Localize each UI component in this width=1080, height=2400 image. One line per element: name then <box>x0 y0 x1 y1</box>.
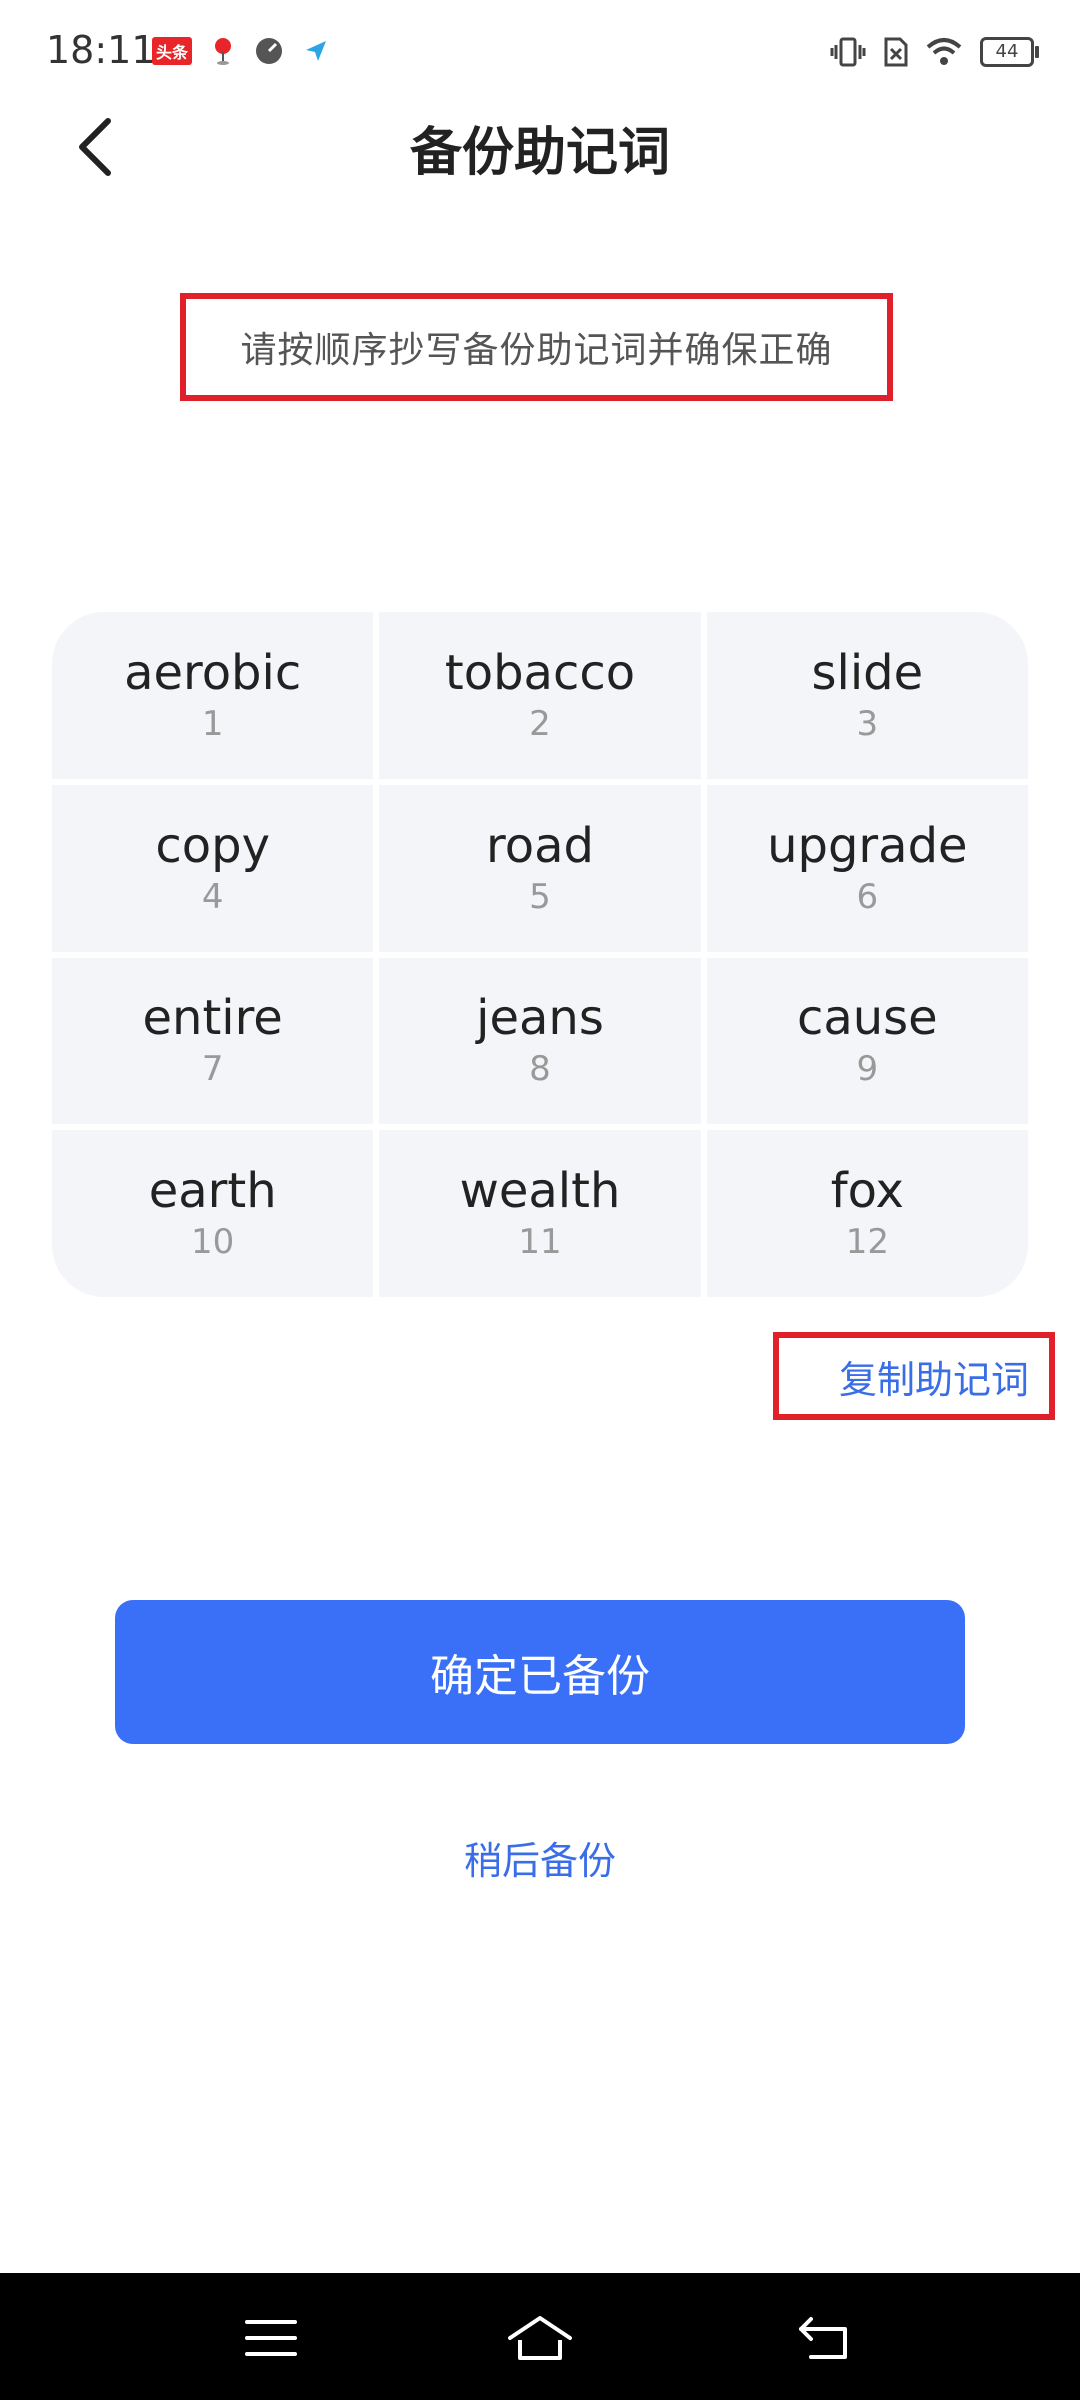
word-index: 10 <box>191 1222 235 1263</box>
nav-menu-button[interactable] <box>236 2303 306 2373</box>
word-text: wealth <box>459 1163 621 1220</box>
copy-highlight-box: 复制助记词 <box>773 1332 1055 1420</box>
word-cell: entire 7 <box>52 957 374 1125</box>
word-cell: copy 4 <box>52 784 374 952</box>
status-time: 18:11 <box>46 28 156 72</box>
instruction-highlight-box: 请按顺序抄写备份助记词并确保正确 <box>180 293 893 401</box>
word-index: 3 <box>856 703 879 744</box>
word-index: 5 <box>529 876 551 917</box>
system-icons: 44 <box>830 34 1039 70</box>
word-index: 8 <box>529 1049 551 1090</box>
word-cell: earth 10 <box>52 1130 374 1297</box>
word-text: fox <box>830 1163 904 1220</box>
word-cell: jeans 8 <box>379 957 701 1125</box>
word-text: upgrade <box>767 817 968 874</box>
menu-icon <box>245 2320 297 2356</box>
word-cell: upgrade 6 <box>706 784 1028 952</box>
word-text: slide <box>811 644 924 701</box>
map-pin-icon <box>215 38 232 65</box>
word-text: jeans <box>476 990 604 1047</box>
navigation-bar <box>0 2273 1080 2400</box>
send-plane-icon <box>306 41 327 61</box>
vibrate-icon <box>830 37 866 67</box>
notification-icons: 头条 <box>152 36 328 66</box>
word-cell: cause 9 <box>706 957 1028 1125</box>
instruction-text: 请按顺序抄写备份助记词并确保正确 <box>240 330 833 371</box>
word-cell: fox 12 <box>706 1130 1028 1297</box>
home-icon <box>508 2316 572 2360</box>
word-cell: tobacco 2 <box>379 612 701 779</box>
backup-later-link[interactable]: 稍后备份 <box>0 1830 1080 1885</box>
nav-home-button[interactable] <box>505 2303 575 2373</box>
word-text: road <box>486 817 594 874</box>
word-index: 12 <box>845 1222 889 1263</box>
battery-icon: 44 <box>980 37 1039 67</box>
status-bar: 18:11 头条 44 <box>0 0 1080 100</box>
word-text: cause <box>796 990 938 1047</box>
nav-back-button[interactable] <box>790 2303 860 2373</box>
speed-gauge-icon <box>256 38 283 64</box>
word-index: 9 <box>856 1049 879 1090</box>
confirm-backup-button[interactable]: 确定已备份 <box>115 1600 965 1744</box>
word-cell: slide 3 <box>706 612 1028 779</box>
no-sim-icon <box>884 37 908 67</box>
word-index: 11 <box>518 1222 562 1263</box>
word-index: 6 <box>856 876 879 917</box>
word-text: earth <box>148 1163 277 1220</box>
word-text: entire <box>142 990 283 1047</box>
word-cell: road 5 <box>379 784 701 952</box>
mnemonic-word-grid: aerobic 1 tobacco 2 slide 3 copy 4 road 5 upg… <box>52 612 1028 1297</box>
page-title: 备份助记词 <box>409 123 670 183</box>
word-index: 1 <box>201 703 224 744</box>
back-arrow-icon <box>799 2317 847 2359</box>
word-index: 2 <box>529 703 551 744</box>
word-cell: wealth 11 <box>379 1130 701 1297</box>
wifi-icon <box>926 38 962 65</box>
word-index: 4 <box>201 876 224 917</box>
word-text: tobacco <box>444 644 636 701</box>
word-cell: aerobic 1 <box>52 612 374 779</box>
toutiao-app-icon: 头条 <box>152 37 193 65</box>
word-index: 7 <box>201 1049 224 1090</box>
word-text: aerobic <box>124 644 302 701</box>
word-text: copy <box>155 817 270 874</box>
copy-mnemonic-link[interactable]: 复制助记词 <box>839 1349 1029 1404</box>
